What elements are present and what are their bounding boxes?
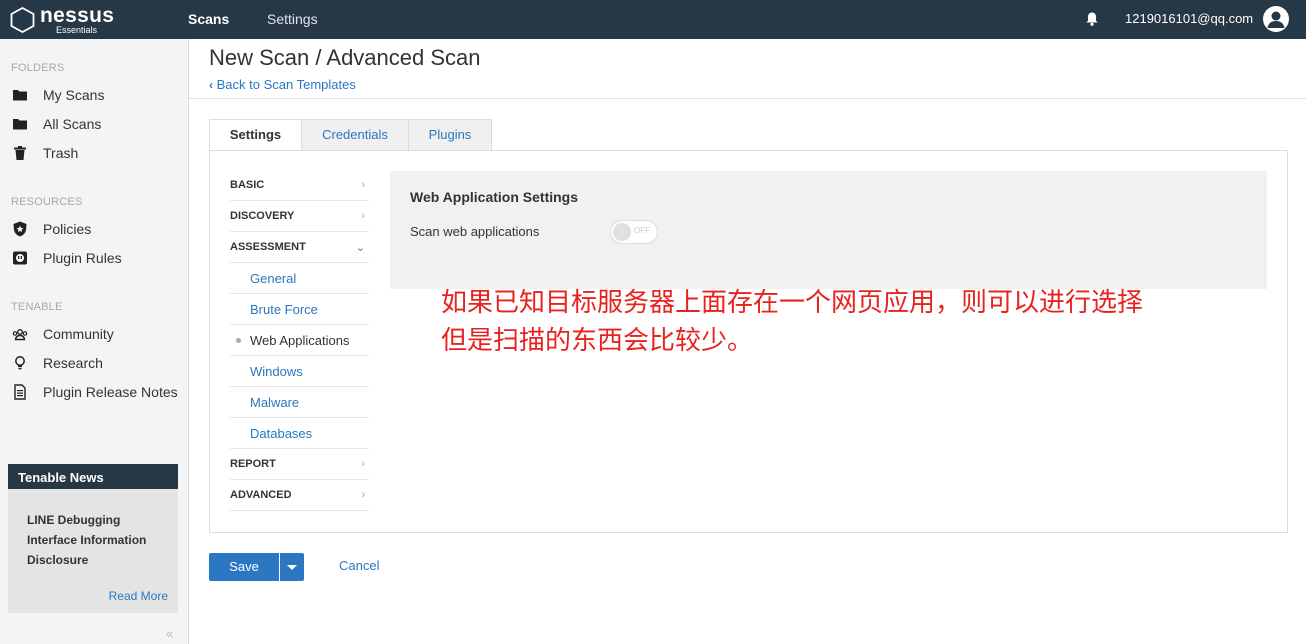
settings-nav-assessment[interactable]: ASSESSMENT ⌄ [230,232,369,263]
cancel-link[interactable]: Cancel [339,558,379,573]
read-more-link[interactable]: Read More [109,589,168,603]
community-icon [12,329,28,341]
nessus-logo[interactable]: nessus Essentials [10,5,130,35]
tab-settings[interactable]: Settings [209,119,302,152]
settings-nav-basic[interactable]: BASIC › [230,170,369,201]
nav-label: BASIC [230,179,265,191]
nav-settings[interactable]: Settings [267,11,318,27]
settings-nav-databases[interactable]: Databases [230,418,369,449]
nav-scans[interactable]: Scans [188,11,229,27]
user-email[interactable]: 1219016101@qq.com [1125,11,1253,26]
logo-edition: Essentials [56,25,98,35]
chevron-down-icon: ⌄ [355,242,365,254]
document-icon [14,384,26,400]
sidebar-item-label: Plugin Release Notes [43,384,178,400]
settings-nav-report[interactable]: REPORT › [230,449,369,480]
sidebar-item-plugin-release-notes[interactable]: Plugin Release Notes [12,381,182,403]
sidebar-item-research[interactable]: Research [12,352,182,374]
sidebar-item-trash[interactable]: Trash [12,142,182,164]
sidebar-item-label: All Scans [43,116,102,132]
chevron-right-icon: › [361,489,365,501]
nav-label: ADVANCED [230,489,292,501]
collapse-sidebar-icon[interactable]: « [166,626,173,641]
settings-nav-brute-force[interactable]: Brute Force [230,294,369,325]
header-divider [189,98,1306,99]
toggle-state-text: OFF [634,226,650,235]
annotation-line-1: 如果已知目标服务器上面存在一个网页应用，则可以进行选择 [441,287,1144,317]
sidebar-item-label: Research [43,355,103,371]
toggle-knob [613,223,631,241]
selected-dot-icon [236,338,241,343]
tab-plugins[interactable]: Plugins [408,119,492,151]
sidebar-item-label: Plugin Rules [43,250,122,266]
folder-icon [13,119,27,130]
sidebar-item-label: Policies [43,221,92,237]
section-title: Web Application Settings [410,189,579,205]
resources-heading: RESOURCES [11,196,83,208]
sidebar-item-all-scans[interactable]: All Scans [12,113,182,135]
bell-icon[interactable] [1084,11,1100,27]
settings-nav-advanced[interactable]: ADVANCED › [230,480,369,511]
nav-label: DISCOVERY [230,210,295,222]
nav-label: Brute Force [250,302,318,317]
user-avatar-icon[interactable] [1263,6,1289,32]
sidebar-item-label: Trash [43,145,79,161]
tab-credentials[interactable]: Credentials [301,119,409,151]
news-headline[interactable]: LINE Debugging Interface Information Dis… [27,510,167,570]
trash-icon [14,146,26,160]
save-button[interactable]: Save [209,553,279,581]
page-title: New Scan / Advanced Scan [209,45,481,70]
annotation-line-2: 但是扫描的东西会比较少。 [441,325,754,355]
shield-icon [13,221,27,237]
scan-web-applications-toggle[interactable]: OFF [610,220,658,244]
logo-name: nessus [40,4,115,27]
nav-label: Malware [250,395,300,410]
sidebar: FOLDERS My Scans All Scans Trash RESOURC… [0,39,189,644]
tenable-heading: TENABLE [11,301,63,313]
nav-label: Databases [250,426,313,441]
folders-heading: FOLDERS [11,62,65,74]
chevron-left-icon: ‹ [209,78,213,92]
folder-icon [13,90,27,101]
save-dropdown-button[interactable] [280,553,304,581]
settings-nav-discovery[interactable]: DISCOVERY › [230,201,369,232]
plugin-icon [13,251,27,265]
settings-nav-windows[interactable]: Windows [230,356,369,387]
nav-label: General [250,271,297,286]
chevron-right-icon: › [361,458,365,470]
nav-label: ASSESSMENT [230,241,306,253]
nav-label: Windows [250,364,303,379]
back-to-templates-link[interactable]: ‹ Back to Scan Templates [209,77,356,92]
settings-nav-web-applications[interactable]: Web Applications [230,325,369,356]
chevron-right-icon: › [361,179,365,191]
web-application-settings-box: Web Application Settings Scan web applic… [390,171,1267,289]
chevron-right-icon: › [361,210,365,222]
sidebar-item-plugin-rules[interactable]: Plugin Rules [12,247,182,269]
sidebar-item-label: Community [43,326,114,342]
settings-nav-malware[interactable]: Malware [230,387,369,418]
scan-web-applications-label: Scan web applications [410,224,540,239]
nav-label: Web Applications [250,333,350,348]
lightbulb-icon [15,356,25,370]
hexagon-logo-icon [10,7,35,33]
settings-nav-general[interactable]: General [230,263,369,294]
top-bar: nessus Essentials Scans Settings 1219016… [0,0,1306,39]
tenable-news-widget: Tenable News LINE Debugging Interface In… [8,464,178,613]
news-heading: Tenable News [8,464,178,489]
nav-label: REPORT [230,458,276,470]
sidebar-item-community[interactable]: Community [12,323,182,345]
sidebar-item-policies[interactable]: Policies [12,218,182,240]
sidebar-item-my-scans[interactable]: My Scans [12,84,182,106]
back-link-label: Back to Scan Templates [216,77,356,92]
sidebar-item-label: My Scans [43,87,105,103]
